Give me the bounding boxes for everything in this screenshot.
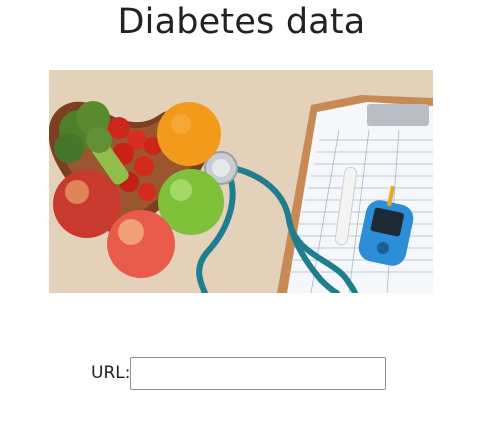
red-apple-icon [53,170,121,238]
page-title: Diabetes data [117,2,366,42]
page: Diabetes data URL: [0,0,495,422]
apple-icon [107,210,175,278]
url-input[interactable] [130,356,387,390]
url-label: URL: [91,363,131,383]
hero-image [49,70,433,293]
orange-icon [157,102,221,166]
url-row: URL: [91,355,387,391]
